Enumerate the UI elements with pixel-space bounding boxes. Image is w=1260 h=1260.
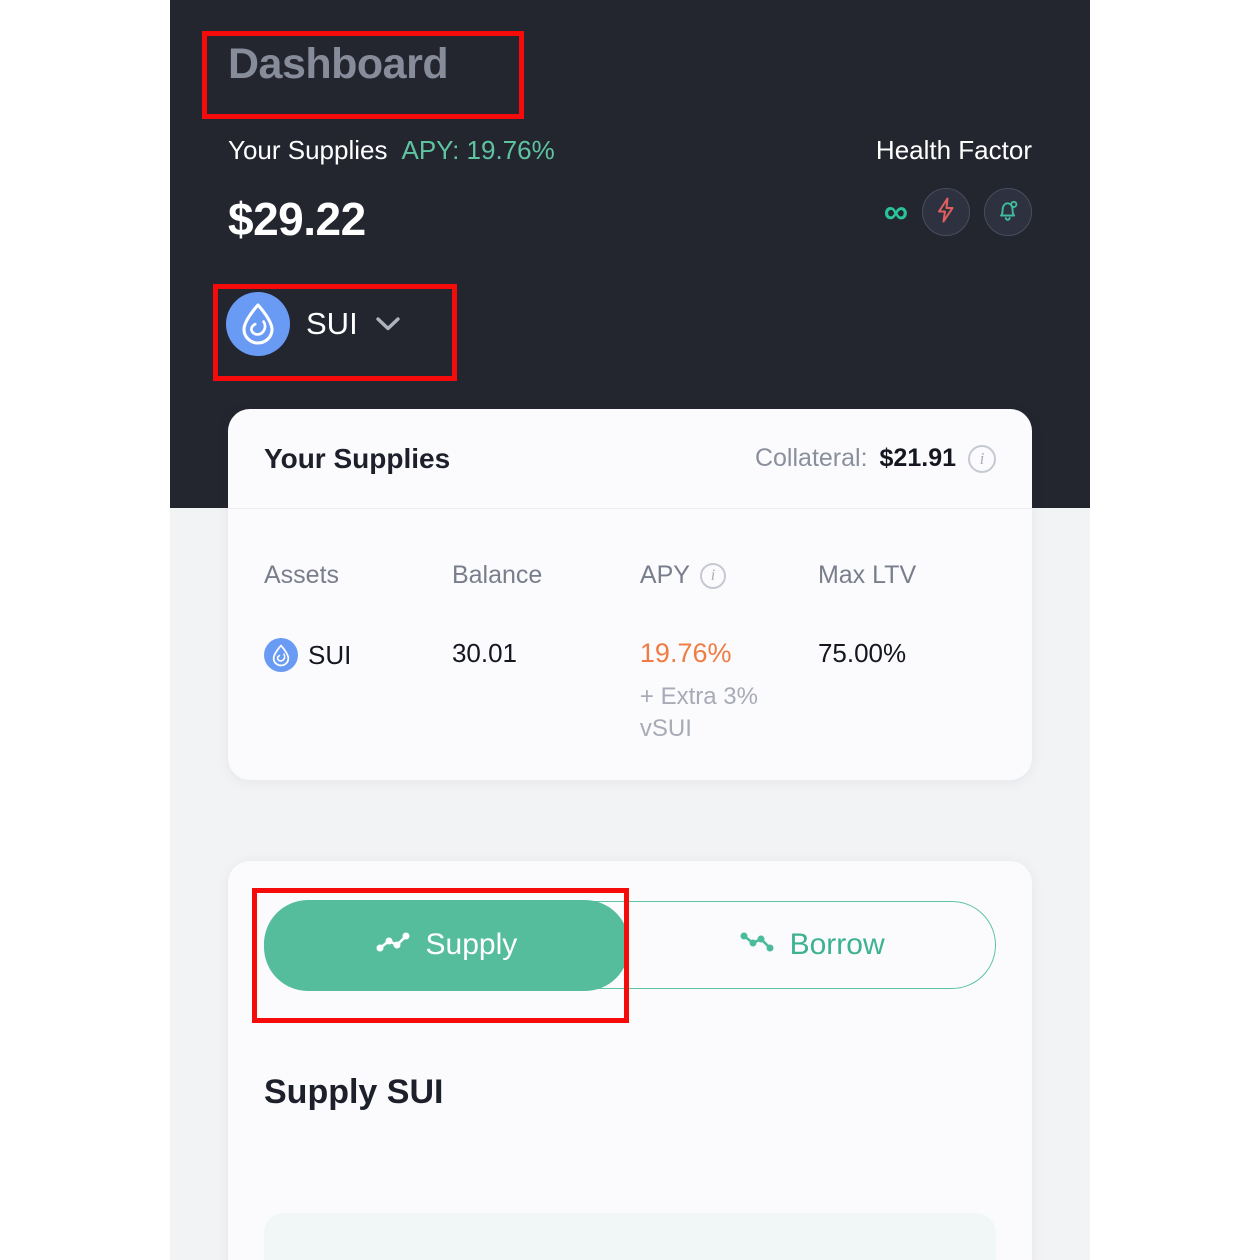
page-title: Dashboard <box>228 40 449 88</box>
trending-up-icon <box>376 928 410 962</box>
token-selector[interactable]: SUI <box>226 292 402 356</box>
supply-section-title: Supply SUI <box>264 1073 444 1111</box>
asset-balance: 30.01 <box>451 638 518 668</box>
table-row[interactable]: SUI 30.01 19.76% + Extra 3% vSUI 75.00% <box>264 590 996 746</box>
alerts-button[interactable] <box>984 188 1032 236</box>
asset-apy: 19.76% <box>639 638 732 668</box>
apy-info-icon[interactable]: i <box>699 562 726 589</box>
asset-max-ltv: 75.00% <box>817 638 907 668</box>
token-symbol: SUI <box>306 306 358 341</box>
bell-notification-icon <box>995 197 1021 228</box>
screenshot-root: Dashboard Your Supplies APY: 19.76% $29.… <box>0 0 1260 1260</box>
your-supplies-apy: APY: 19.76% <box>401 135 555 165</box>
tab-borrow-label: Borrow <box>789 928 885 961</box>
column-header-max-ltv: Max LTV <box>817 561 917 589</box>
asset-cell: SUI <box>264 638 452 672</box>
table-header-row: Assets Balance APY i Max LTV <box>264 509 996 590</box>
collateral-summary: Collateral: $21.91 i <box>755 444 996 473</box>
your-supplies-total-value: $29.22 <box>228 193 366 245</box>
your-supplies-label: Your Supplies <box>228 135 388 165</box>
your-supplies-card: Your Supplies Collateral: $21.91 i Asset… <box>228 409 1032 780</box>
column-header-apy: APY i <box>640 561 818 590</box>
sui-droplet-icon <box>264 638 298 672</box>
supply-amount-input-panel[interactable] <box>264 1213 996 1260</box>
supplies-table: Assets Balance APY i Max LTV SUI 30.01 1… <box>228 509 1032 780</box>
your-supplies-card-title: Your Supplies <box>264 442 451 474</box>
supply-borrow-tabs: Supply Borrow <box>263 899 996 991</box>
collateral-label: Collateral: <box>754 444 868 472</box>
supply-borrow-card: Supply Borrow Supply SUI <box>228 861 1032 1260</box>
column-header-assets: Assets <box>264 561 340 589</box>
trending-down-icon <box>740 928 774 962</box>
column-header-apy-label: APY <box>639 561 690 589</box>
app-viewport: Dashboard Your Supplies APY: 19.76% $29.… <box>170 0 1090 1260</box>
asset-symbol: SUI <box>308 639 352 670</box>
sui-droplet-icon <box>226 292 290 356</box>
your-supplies-card-header: Your Supplies Collateral: $21.91 i <box>228 409 1032 509</box>
tab-supply[interactable]: Supply <box>263 899 630 991</box>
health-factor-label: Health Factor <box>875 135 1032 165</box>
collateral-info-icon[interactable]: i <box>968 444 996 473</box>
column-header-balance: Balance <box>451 561 543 589</box>
health-factor-icons: ∞ <box>732 188 1032 236</box>
asset-apy-extra: + Extra 3% vSUI <box>639 683 758 743</box>
infinity-icon: ∞ <box>883 193 908 231</box>
chevron-down-icon[interactable] <box>374 315 402 333</box>
tab-borrow[interactable]: Borrow <box>629 901 995 989</box>
health-factor-block: Health Factor ∞ <box>732 135 1032 236</box>
boost-button[interactable] <box>922 188 970 236</box>
lightning-bolt-icon <box>934 197 958 228</box>
tab-supply-label: Supply <box>425 928 518 961</box>
collateral-value: $21.91 <box>879 444 956 472</box>
your-supplies-summary: Your Supplies APY: 19.76% <box>228 135 555 166</box>
